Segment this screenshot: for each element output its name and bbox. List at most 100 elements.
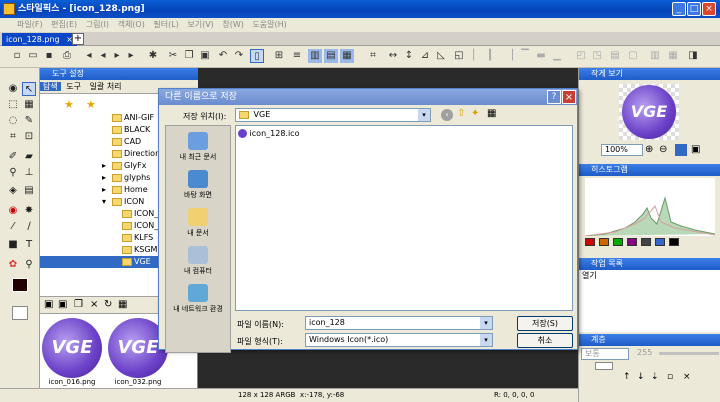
align-left-icon[interactable]: ▏ (470, 49, 484, 63)
menu-filter[interactable]: 필터(L) (150, 20, 181, 29)
gray-channel-icon[interactable] (641, 238, 651, 246)
align-icon[interactable]: ≡ (290, 49, 304, 63)
order-front-icon[interactable]: ◰ (574, 49, 588, 63)
open-folder-icon[interactable]: ▣ (44, 299, 53, 310)
new-folder-icon[interactable]: ✦ (471, 108, 479, 119)
orange-channel-icon[interactable] (599, 238, 609, 246)
view-menu-icon[interactable]: ▦ (487, 108, 496, 119)
foreground-color-swatch[interactable] (12, 278, 28, 292)
open-file-icon[interactable]: ▭ (26, 49, 40, 63)
cancel-button[interactable]: 취소 (517, 333, 573, 348)
redeye-icon[interactable]: ◉ (6, 204, 20, 218)
cut-icon[interactable]: ✂ (166, 49, 180, 63)
menu-window[interactable]: 창(W) (219, 20, 247, 29)
menu-file[interactable]: 파일(F) (14, 20, 46, 29)
distribute-icon[interactable]: ▥ (648, 49, 662, 63)
zoom-in-icon[interactable]: ⊕ (645, 144, 653, 155)
transform-icon[interactable]: ⊡ (22, 130, 36, 144)
document-tab[interactable]: icon_128.png × (2, 33, 77, 46)
new-file-icon[interactable]: ▫ (10, 49, 24, 63)
magenta-channel-icon[interactable] (627, 238, 637, 246)
minimize-icon[interactable]: _ (672, 2, 686, 16)
place-computer[interactable]: 내 컴퓨터 (166, 246, 230, 276)
ungroup-icon[interactable]: ▢ (626, 49, 640, 63)
shape-icon[interactable]: ■ (6, 238, 20, 252)
layer-opacity-slider[interactable] (659, 352, 719, 355)
move-down-icon[interactable]: ↓ (637, 372, 645, 382)
color-wheel-icon[interactable]: ✿ (6, 258, 20, 272)
last-icon[interactable]: ▸ (124, 49, 138, 63)
fill-icon[interactable]: ◈ (6, 184, 20, 198)
copy-thumb-icon[interactable]: ❐ (74, 299, 83, 310)
add-favorite-icon[interactable]: ★ (86, 98, 96, 111)
place-documents[interactable]: 내 문서 (166, 208, 230, 238)
group-icon[interactable]: ▤ (608, 49, 622, 63)
save-location-select[interactable]: VGE ▾ (235, 108, 431, 122)
print-icon[interactable]: ⎙ (60, 49, 74, 63)
layer-mode-select[interactable]: 보통 (581, 348, 629, 360)
flip-v-icon[interactable]: ↕ (402, 49, 416, 63)
zoom-out-icon[interactable]: ⊖ (659, 144, 667, 155)
pointer-icon[interactable]: ↖ (22, 82, 36, 96)
back-icon[interactable]: ‹ (441, 109, 453, 121)
layout-b-icon[interactable]: ▤ (324, 49, 338, 63)
background-color-swatch[interactable] (12, 306, 28, 320)
maximize-icon[interactable]: □ (687, 2, 701, 16)
text-icon[interactable]: T (22, 238, 36, 252)
luma-channel-icon[interactable] (669, 238, 679, 246)
red-channel-icon[interactable] (585, 238, 595, 246)
add-tab-icon[interactable]: + (72, 33, 84, 45)
magic-select-icon[interactable]: ▦ (22, 98, 36, 112)
save-button[interactable]: 저장(S) (517, 316, 573, 331)
menu-edit[interactable]: 편집(E) (48, 20, 80, 29)
up-folder-icon[interactable]: ⇧ (457, 108, 465, 119)
place-desktop[interactable]: 바탕 화면 (166, 170, 230, 200)
redo-icon[interactable]: ↷ (232, 49, 246, 63)
menu-object[interactable]: 객체(O) (115, 20, 148, 29)
eraser-icon[interactable]: ▰ (22, 150, 36, 164)
first-icon[interactable]: ◂ (82, 49, 96, 63)
delete-layer-icon[interactable]: × (683, 372, 691, 382)
align-center-icon[interactable]: ▎ (486, 49, 500, 63)
spacing-icon[interactable]: ▦ (666, 49, 680, 63)
file-item[interactable]: icon_128.ico (238, 128, 299, 140)
rotate-left-icon[interactable]: ⊿ (418, 49, 432, 63)
delete-icon[interactable]: × (90, 299, 98, 310)
layout-c-icon[interactable]: ▦ (340, 49, 354, 63)
settings-icon[interactable]: ✱ (146, 49, 160, 63)
green-channel-icon[interactable] (613, 238, 623, 246)
refresh-icon[interactable]: ↻ (104, 299, 112, 310)
crop-tool-icon[interactable]: ⌗ (6, 130, 20, 144)
tree-expander-icon[interactable]: ▸ (102, 172, 112, 184)
view-options-icon[interactable]: ▦ (118, 299, 127, 310)
layer-thumbnail[interactable] (595, 362, 613, 370)
tree-expander-icon[interactable]: ▸ (102, 160, 112, 172)
gradient-icon[interactable]: ▤ (22, 184, 36, 198)
line-icon[interactable]: ⁄ (6, 220, 20, 234)
merge-icon[interactable]: ⇣ (651, 372, 659, 382)
favorite-star-icon[interactable]: ★ (64, 98, 74, 111)
marquee-icon[interactable]: ⬚ (6, 98, 20, 112)
align-bottom-icon[interactable]: ▁ (550, 49, 564, 63)
menu-image[interactable]: 그림(I) (83, 20, 112, 29)
tab-browse[interactable]: 탐색 (40, 82, 61, 91)
view-mode-icon[interactable]: ▯ (250, 49, 264, 63)
flip-h-icon[interactable]: ↔ (386, 49, 400, 63)
close-icon[interactable]: × (702, 2, 716, 16)
prev-icon[interactable]: ◂ (96, 49, 110, 63)
actual-size-icon[interactable]: ▣ (691, 144, 700, 155)
tree-expander-icon[interactable]: ▸ (102, 184, 112, 196)
zoom-select[interactable]: 100% (601, 144, 643, 156)
eye-icon[interactable]: ◉ (6, 82, 20, 96)
tab-tools[interactable]: 도구 (63, 82, 84, 91)
filename-input[interactable]: icon_128 ▾ (305, 316, 493, 330)
place-recent[interactable]: 내 최근 문서 (166, 132, 230, 162)
tree-expander-icon[interactable]: ▾ (102, 196, 112, 208)
align-right-icon[interactable]: ▕ (502, 49, 516, 63)
blue-channel-icon[interactable] (655, 238, 665, 246)
align-top-icon[interactable]: ▔ (518, 49, 532, 63)
menu-view[interactable]: 보기(V) (184, 20, 216, 29)
layout-a-icon[interactable]: ▥ (308, 49, 322, 63)
move-up-icon[interactable]: ↑ (623, 372, 631, 382)
next-icon[interactable]: ▸ (110, 49, 124, 63)
